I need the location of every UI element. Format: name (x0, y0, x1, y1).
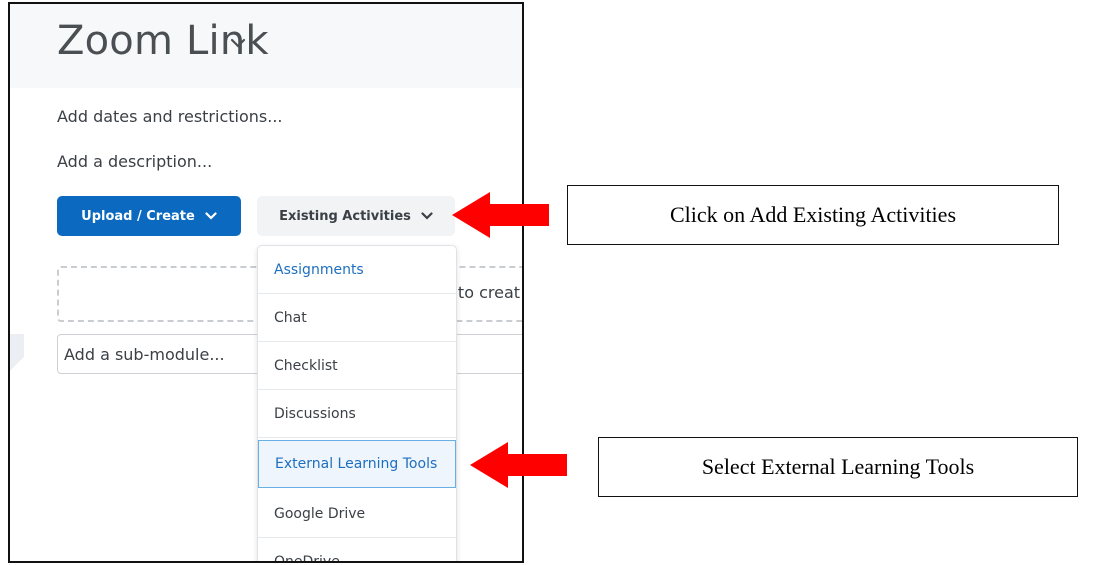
callout-1-text: Click on Add Existing Activities (670, 202, 956, 227)
menu-item-chat[interactable]: Chat (258, 294, 456, 342)
add-submodule-label: Add a sub-module... (64, 344, 225, 364)
decorative-shape (10, 334, 24, 394)
chevron-down-icon (205, 212, 217, 220)
module-header: Zoom Link (10, 4, 522, 88)
upload-create-label: Upload / Create (81, 208, 195, 224)
chevron-down-icon[interactable] (230, 38, 246, 48)
menu-item-external-learning-tools[interactable]: External Learning Tools (258, 440, 456, 488)
existing-activities-label: Existing Activities (279, 208, 411, 224)
arrow-left-icon (470, 442, 567, 488)
existing-activities-button[interactable]: Existing Activities (257, 196, 455, 236)
callout-2-text: Select External Learning Tools (701, 454, 975, 479)
menu-item-assignments[interactable]: Assignments (258, 246, 456, 294)
callout-select-external-learning-tools: Select External Learning Tools (598, 437, 1078, 497)
menu-item-checklist[interactable]: Checklist (258, 342, 456, 390)
chevron-down-icon (421, 212, 433, 220)
menu-item-discussions[interactable]: Discussions (258, 390, 456, 438)
existing-activities-menu: Assignments Chat Checklist Discussions E… (257, 245, 457, 562)
callout-click-existing-activities: Click on Add Existing Activities (567, 185, 1059, 245)
lms-screenshot: Zoom Link Add dates and restrictions... … (8, 2, 524, 563)
add-dates-link[interactable]: Add dates and restrictions... (57, 107, 283, 126)
arrow-left-icon (452, 192, 549, 238)
add-description-link[interactable]: Add a description... (57, 152, 212, 171)
menu-item-google-drive[interactable]: Google Drive (258, 490, 456, 538)
menu-item-onedrive[interactable]: OneDrive (258, 538, 456, 562)
upload-create-button[interactable]: Upload / Create (57, 196, 241, 236)
